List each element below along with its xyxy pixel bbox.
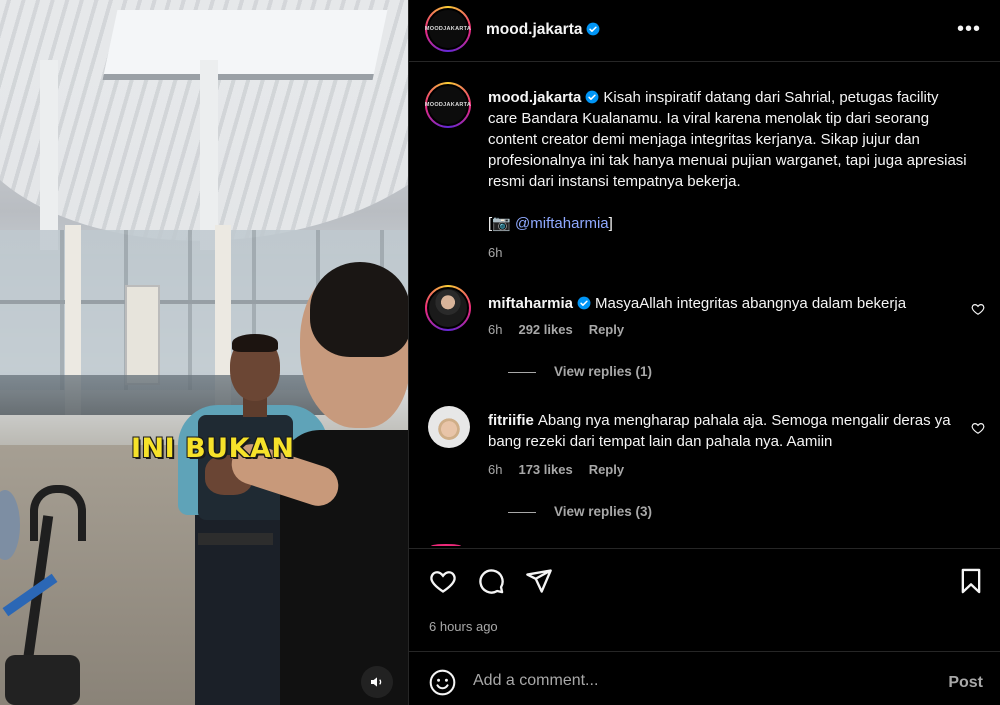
- post-comment-button[interactable]: Post: [948, 674, 983, 692]
- credit-close: ]: [608, 215, 613, 232]
- avatar-logo-text: MOODJAKARTA: [424, 26, 472, 32]
- comment-likes[interactable]: 292 likes: [518, 322, 572, 337]
- caption-age: 6h: [488, 245, 503, 260]
- commenter-avatar[interactable]: [425, 285, 471, 331]
- heart-icon[interactable]: [429, 567, 457, 595]
- avatar-logo-text: MOODJAKARTA: [424, 102, 472, 108]
- comment-age: 6h: [488, 462, 503, 477]
- comment-text-block: miftaharmia MasyaAllah integritas abangny…: [488, 293, 968, 314]
- comment-username[interactable]: miftaharmia: [488, 295, 573, 312]
- verified-badge-icon: [585, 90, 599, 104]
- comment-age: 6h: [488, 322, 503, 337]
- video-caption: INI BUKAN: [131, 433, 295, 464]
- comment-input[interactable]: [473, 666, 913, 696]
- commenter-avatar[interactable]: [428, 406, 470, 448]
- verified-badge-icon: [587, 22, 600, 36]
- author-username[interactable]: mood.jakarta: [486, 21, 582, 38]
- post-panel: MOODJAKARTA mood.jakarta ••• MOODJAKARTA…: [408, 0, 1000, 705]
- comments-list[interactable]: MOODJAKARTA mood.jakarta Kisah inspiratif…: [409, 63, 1000, 548]
- comment-meta: 6h 173 likes Reply: [488, 462, 624, 477]
- verified-badge-icon: [577, 296, 591, 310]
- share-icon[interactable]: [525, 567, 553, 595]
- like-comment-heart-icon[interactable]: [971, 302, 985, 316]
- comment-text-block: fitriifie Abang nya mengharap pahala aja.…: [488, 410, 968, 452]
- credit-open: [📷: [488, 215, 511, 232]
- mute-button[interactable]: [361, 666, 393, 698]
- comment-text: Abang nya mengharap pahala aja. Semoga m…: [488, 412, 951, 450]
- info-sign: [125, 285, 160, 385]
- more-options-button[interactable]: •••: [957, 18, 981, 41]
- roof-beam: [200, 60, 218, 250]
- caption-text-block: mood.jakarta Kisah inspiratif datang dari…: [488, 87, 968, 263]
- like-comment-heart-icon[interactable]: [971, 421, 985, 435]
- video-player[interactable]: INI BUKAN: [0, 0, 408, 705]
- comment-composer: Post: [409, 651, 1000, 705]
- comment-username[interactable]: fitriifie: [488, 412, 534, 429]
- view-replies-button[interactable]: View replies (3): [508, 504, 652, 519]
- comment-meta: 6h 292 likes Reply: [488, 322, 624, 337]
- caption-username[interactable]: mood.jakarta: [488, 89, 581, 106]
- action-bar: 6 hours ago: [409, 548, 1000, 651]
- post-time-ago[interactable]: 6 hours ago: [429, 619, 498, 634]
- reply-button[interactable]: Reply: [589, 322, 624, 337]
- skylight: [102, 10, 388, 80]
- caption-avatar[interactable]: MOODJAKARTA: [425, 82, 471, 128]
- credit-mention-link[interactable]: @miftaharmia: [515, 215, 609, 232]
- comment-icon[interactable]: [477, 567, 505, 595]
- roof-beam: [40, 60, 58, 250]
- photo-credit: [📷 @miftaharmia]: [488, 213, 968, 234]
- author-avatar[interactable]: MOODJAKARTA: [425, 6, 471, 52]
- bookmark-icon[interactable]: [957, 567, 985, 595]
- reply-button[interactable]: Reply: [589, 462, 624, 477]
- speaker-icon: [371, 677, 382, 687]
- emoji-icon[interactable]: [429, 669, 456, 696]
- comment-likes[interactable]: 173 likes: [518, 462, 572, 477]
- trolley-base: [5, 655, 80, 705]
- trolley-handle: [30, 485, 86, 541]
- view-replies-button[interactable]: View replies (1): [508, 364, 652, 379]
- comment-text: MasyaAllah integritas abangnya dalam bek…: [595, 295, 907, 312]
- post-header: MOODJAKARTA mood.jakarta •••: [409, 0, 1000, 62]
